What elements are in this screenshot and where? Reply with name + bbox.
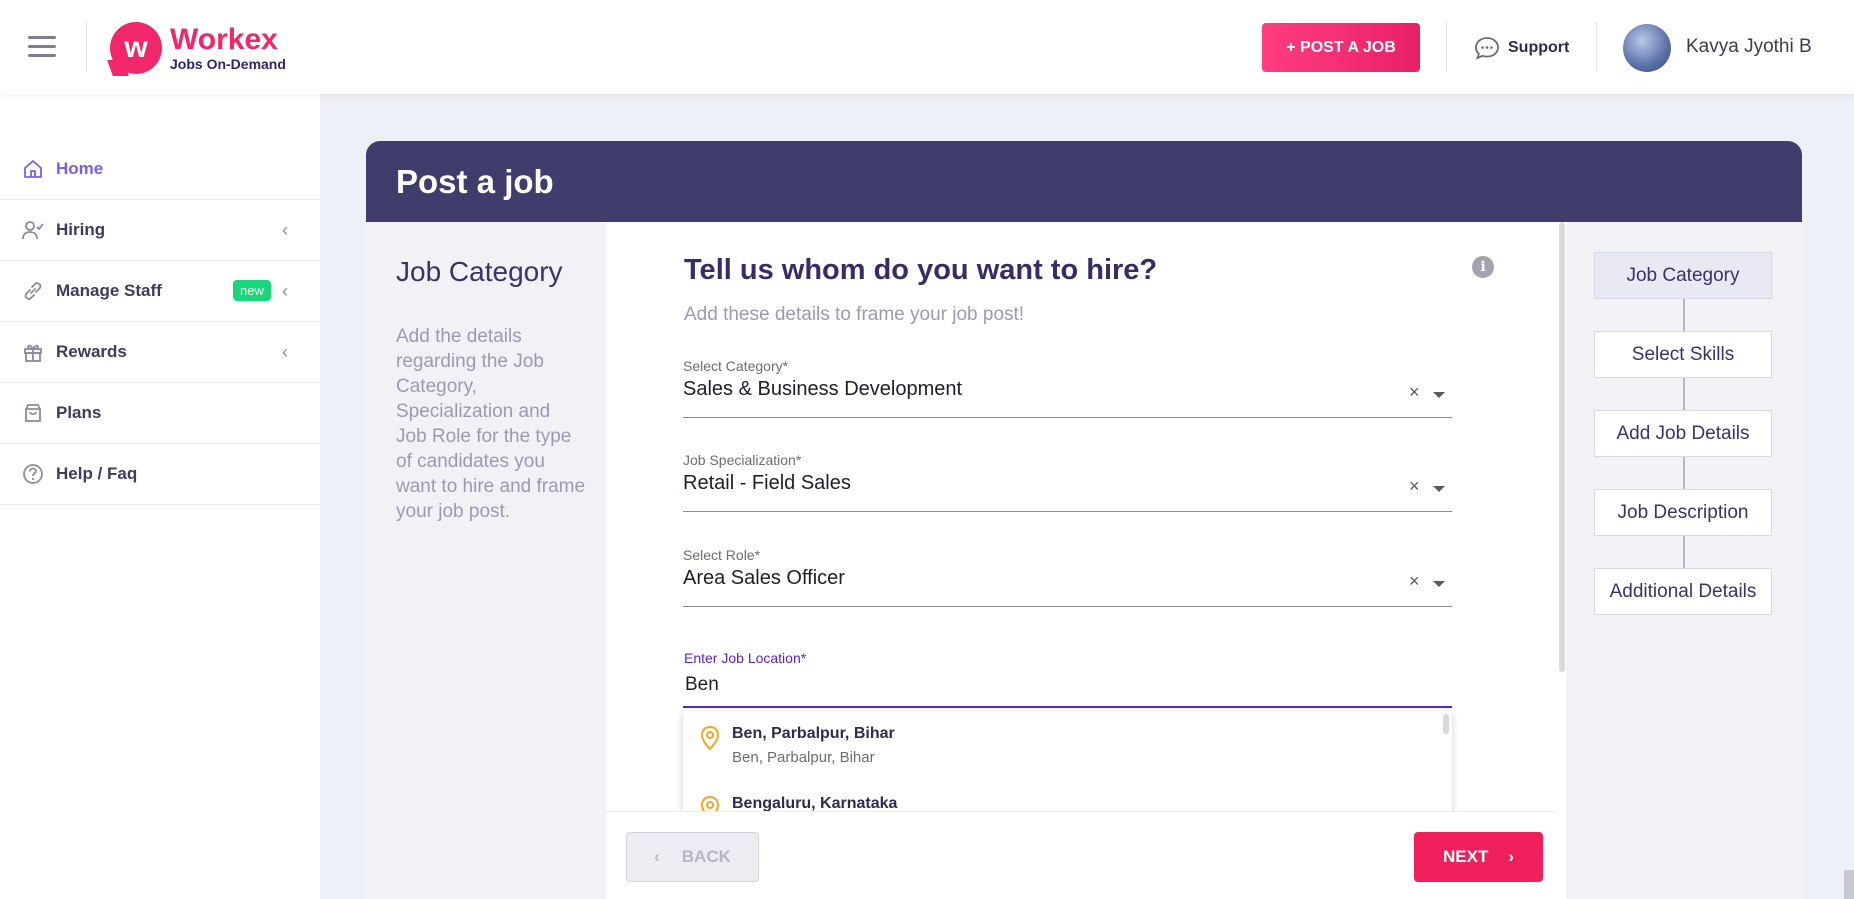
field-value[interactable]: Sales & Business Development bbox=[683, 378, 962, 401]
suggestion-main-text: Ben, Parbalpur, Bihar bbox=[732, 725, 895, 742]
user-name[interactable]: Kavya Jyothi B bbox=[1686, 36, 1812, 58]
location-suggestion[interactable]: Ben, Parbalpur, Bihar Ben, Parbalpur, Bi… bbox=[683, 711, 1443, 781]
location-suggestions-dropdown: Ben, Parbalpur, Bihar Ben, Parbalpur, Bi… bbox=[683, 711, 1452, 811]
next-button-label: NEXT bbox=[1442, 847, 1489, 866]
step-connector bbox=[1683, 536, 1685, 568]
chevron-left-icon[interactable]: ‹ bbox=[282, 281, 288, 302]
field-label: Select Category* bbox=[683, 358, 789, 374]
form-scrollbar[interactable] bbox=[1559, 222, 1565, 672]
step-connector bbox=[1683, 299, 1685, 331]
header-divider bbox=[1596, 22, 1597, 72]
home-icon bbox=[24, 160, 42, 178]
header-divider bbox=[86, 22, 87, 72]
select-role-field[interactable]: Select Role* Area Sales Officer × bbox=[683, 547, 1452, 607]
section-title: Job Category bbox=[396, 256, 563, 287]
clear-icon[interactable]: × bbox=[1409, 382, 1420, 403]
suggestion-main-text: Bengaluru, Karnataka bbox=[732, 795, 898, 811]
brand-logo[interactable]: w Workex Jobs On-Demand bbox=[110, 22, 286, 74]
form-footer: ‹ BACK NEXT › bbox=[606, 811, 1556, 899]
link-icon bbox=[24, 282, 42, 300]
field-value[interactable]: Retail - Field Sales bbox=[683, 472, 851, 495]
post-a-job-button[interactable]: + POST A JOB bbox=[1262, 23, 1420, 72]
sidebar-item-home[interactable]: Home bbox=[0, 139, 320, 200]
page-scrollbar[interactable] bbox=[1844, 870, 1854, 899]
clear-icon[interactable]: × bbox=[1409, 476, 1420, 497]
gift-icon bbox=[24, 344, 42, 362]
step-additional-details[interactable]: Additional Details bbox=[1594, 568, 1772, 615]
chevron-left-icon: ‹ bbox=[654, 847, 660, 866]
form-title: Tell us whom do you want to hire? bbox=[684, 254, 1158, 286]
brand-name: Workex bbox=[170, 23, 278, 56]
section-description: Add the details regarding the Job Catego… bbox=[396, 326, 586, 522]
suggestion-secondary-text: Ben, Parbalpur, Bihar bbox=[732, 749, 875, 766]
location-pin-icon bbox=[700, 725, 720, 751]
bag-icon bbox=[25, 404, 41, 422]
location-suggestion[interactable]: Bengaluru, Karnataka bbox=[683, 781, 1443, 811]
job-location-field: Enter Job Location* bbox=[683, 650, 1452, 708]
brand-tagline: Jobs On-Demand bbox=[170, 56, 286, 72]
step-add-job-details[interactable]: Add Job Details bbox=[1594, 410, 1772, 457]
step-connector bbox=[1683, 378, 1685, 410]
chevron-left-icon[interactable]: ‹ bbox=[282, 342, 288, 363]
help-circle-icon bbox=[23, 464, 43, 484]
field-label: Job Specialization* bbox=[683, 452, 802, 468]
dropdown-caret-icon[interactable] bbox=[1433, 392, 1445, 398]
page-title: Post a job bbox=[396, 163, 554, 200]
sidebar-item-plans[interactable]: Plans bbox=[0, 383, 320, 444]
step-job-description[interactable]: Job Description bbox=[1594, 489, 1772, 536]
chat-bubble-icon bbox=[1475, 37, 1499, 60]
back-button[interactable]: ‹ BACK bbox=[626, 832, 759, 882]
chevron-right-icon: › bbox=[1508, 847, 1514, 866]
sidebar-item-label: Help / Faq bbox=[56, 464, 138, 483]
dropdown-scrollbar[interactable] bbox=[1443, 714, 1449, 734]
sidebar-item-label: Plans bbox=[56, 403, 102, 422]
steps-panel: Job Category Select Skills Add Job Detai… bbox=[1566, 222, 1802, 899]
step-job-category[interactable]: Job Category bbox=[1594, 252, 1772, 299]
job-specialization-field[interactable]: Job Specialization* Retail - Field Sales… bbox=[683, 452, 1452, 512]
back-button-label: BACK bbox=[681, 847, 731, 866]
info-icon[interactable]: i bbox=[1472, 256, 1494, 278]
dropdown-caret-icon[interactable] bbox=[1433, 486, 1445, 492]
sidebar-item-label: Rewards bbox=[56, 342, 127, 361]
clear-icon[interactable]: × bbox=[1409, 571, 1420, 592]
hamburger-menu-icon[interactable] bbox=[28, 36, 56, 58]
support-label: Support bbox=[1508, 39, 1570, 56]
sidebar-item-label: Hiring bbox=[56, 220, 106, 239]
new-badge: new bbox=[233, 280, 271, 301]
sidebar-item-help-faq[interactable]: Help / Faq bbox=[0, 444, 320, 505]
support-link[interactable]: Support bbox=[1474, 36, 1569, 60]
form-subtitle: Add these details to frame your job post… bbox=[684, 304, 1025, 325]
dropdown-caret-icon[interactable] bbox=[1433, 581, 1445, 587]
user-avatar[interactable] bbox=[1623, 24, 1671, 72]
workex-logo-icon: w bbox=[110, 22, 162, 74]
chevron-left-icon[interactable]: ‹ bbox=[282, 220, 288, 241]
header-divider bbox=[1446, 22, 1447, 72]
sidebar: Home Hiring ‹ Manage Staff new ‹ Rewards… bbox=[0, 94, 320, 899]
select-category-field[interactable]: Select Category* Sales & Business Develo… bbox=[683, 358, 1452, 418]
field-label: Select Role* bbox=[683, 547, 761, 563]
post-job-card: Post a job Job Category Add the details … bbox=[366, 141, 1802, 899]
step-select-skills[interactable]: Select Skills bbox=[1594, 331, 1772, 378]
field-label: Enter Job Location* bbox=[684, 650, 807, 666]
section-info-panel: Job Category Add the details regarding t… bbox=[366, 222, 606, 899]
top-header: w Workex Jobs On-Demand + POST A JOB Sup… bbox=[0, 0, 1854, 94]
job-category-form: Tell us whom do you want to hire? Add th… bbox=[606, 222, 1556, 899]
sidebar-item-hiring[interactable]: Hiring ‹ bbox=[0, 200, 320, 261]
step-connector bbox=[1683, 457, 1685, 489]
job-location-input[interactable] bbox=[685, 670, 1425, 700]
sidebar-item-label: Home bbox=[56, 159, 104, 178]
location-pin-icon bbox=[700, 795, 720, 811]
sidebar-item-rewards[interactable]: Rewards ‹ bbox=[0, 322, 320, 383]
field-value[interactable]: Area Sales Officer bbox=[683, 567, 845, 590]
sidebar-item-manage-staff[interactable]: Manage Staff new ‹ bbox=[0, 261, 320, 322]
user-check-icon bbox=[22, 221, 44, 240]
sidebar-item-label: Manage Staff bbox=[56, 281, 162, 300]
next-button[interactable]: NEXT › bbox=[1414, 832, 1543, 882]
card-header: Post a job bbox=[366, 141, 1802, 222]
